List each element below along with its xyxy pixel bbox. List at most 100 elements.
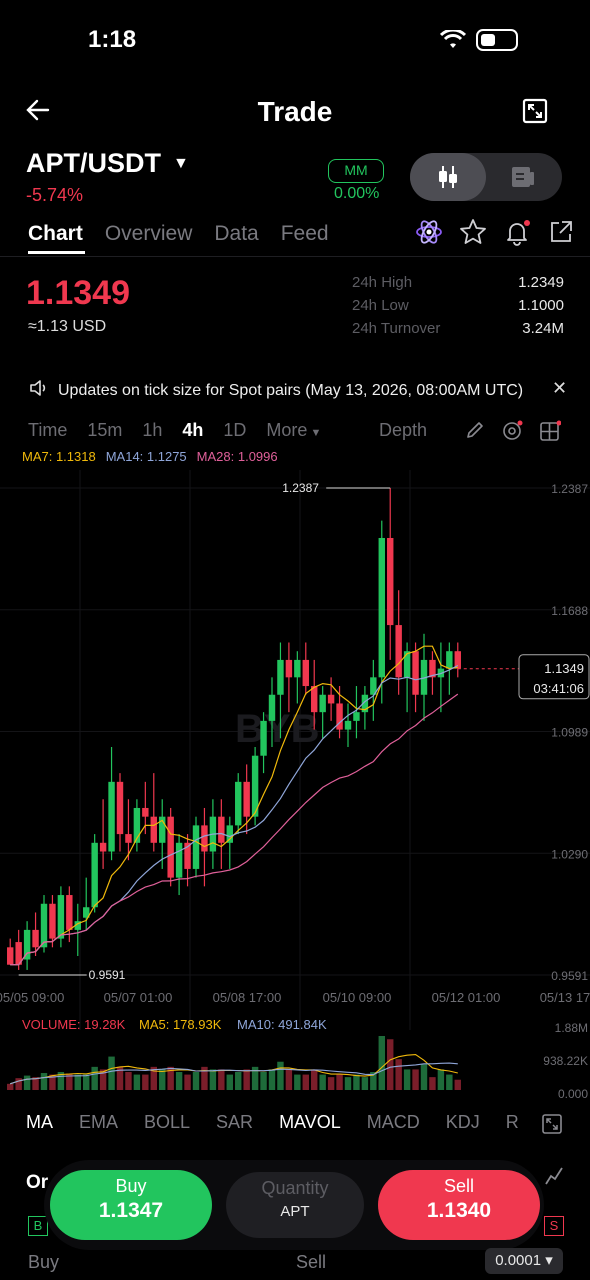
orders-tab[interactable]: Or	[26, 1172, 48, 1194]
battery-icon	[476, 29, 518, 51]
candle-body	[260, 720, 267, 756]
price-chart[interactable]: BYB 1.2387 1.1688 1.0989 1.0290 0.9591 1.2387 0…	[0, 470, 590, 1100]
bell-icon[interactable]	[503, 218, 531, 251]
volume-axis-label: 1.88M	[555, 1021, 588, 1035]
pair-symbol: APT/USDT	[26, 148, 161, 178]
candle-body	[49, 903, 56, 939]
countdown-label: 03:41:06	[533, 681, 584, 696]
volume-bar	[260, 1072, 267, 1090]
orderbook-sell-header: Sell	[296, 1252, 327, 1272]
volume-bar	[142, 1074, 149, 1090]
notice-text: Updates on tick size for Spot pairs (May…	[58, 381, 524, 399]
candlestick-icon	[439, 166, 457, 188]
tab-feed[interactable]: Feed	[281, 222, 329, 246]
current-price-label: 1.1349	[544, 661, 584, 676]
indicator-settings-icon[interactable]	[501, 420, 523, 447]
buy-marker: B	[28, 1216, 48, 1236]
tick-size-select[interactable]: 0.0001 ▾	[485, 1248, 563, 1274]
time-axis-label: 05/12 01:00	[432, 990, 501, 1005]
atom-icon[interactable]	[415, 218, 443, 251]
pencil-icon[interactable]	[465, 420, 485, 447]
volume-bar	[336, 1074, 343, 1090]
candle-body	[116, 781, 124, 835]
grid-layout-icon[interactable]	[539, 420, 562, 447]
tab-chart[interactable]: Chart	[28, 222, 83, 246]
time-axis-label: 05/07 01:00	[104, 990, 173, 1005]
volume-bar	[133, 1074, 141, 1090]
ma14-label: MA14: 1.1275	[105, 449, 187, 464]
volume-bar	[403, 1069, 411, 1090]
fullscreen-icon[interactable]	[522, 98, 548, 129]
candlestick-view-button[interactable]	[410, 153, 486, 201]
pair-selector[interactable]: APT/USDT ▼	[26, 148, 189, 179]
notice-banner[interactable]: Updates on tick size for Spot pairs (May…	[28, 378, 523, 403]
candle-body	[387, 537, 394, 626]
candle-body	[23, 929, 31, 960]
watermark: BYB	[235, 707, 319, 751]
candle-body	[302, 659, 309, 687]
mm-badge[interactable]: MM	[328, 159, 384, 183]
indicator-more[interactable]: R	[506, 1112, 519, 1133]
volume-bar	[226, 1074, 233, 1090]
volume-axis-label: 0.000	[558, 1087, 588, 1100]
indicator-macd[interactable]: MACD	[367, 1112, 420, 1133]
orderbook-view-icon[interactable]	[510, 165, 536, 194]
ma7-label: MA7: 1.1318	[22, 449, 96, 464]
volume-bar	[243, 1069, 250, 1090]
star-icon[interactable]	[459, 218, 487, 251]
mm-value: 0.00%	[334, 185, 380, 202]
indicator-expand-icon[interactable]	[541, 1113, 563, 1140]
candle-body	[91, 842, 98, 908]
candle-body	[108, 781, 115, 852]
stat-label: 24h High	[352, 274, 413, 291]
share-icon[interactable]	[547, 218, 575, 251]
indicator-kdj[interactable]: KDJ	[446, 1112, 480, 1133]
candle-body	[175, 842, 183, 878]
interval-bar: Time 15m 1h 4h 1D More ▼	[28, 420, 321, 441]
interval-15m[interactable]: 15m	[87, 420, 122, 441]
interval-more[interactable]: More ▼	[266, 420, 321, 441]
tab-overview[interactable]: Overview	[105, 222, 193, 246]
indicator-ma[interactable]: MA	[26, 1112, 53, 1133]
chart-tools	[465, 420, 562, 447]
candle-body	[32, 929, 39, 948]
candle-body	[446, 651, 453, 669]
volume-bar	[277, 1061, 284, 1090]
time-axis-label: 05/13 17	[540, 990, 590, 1005]
candle-body	[353, 712, 360, 721]
time-axis-label: 05/10 09:00	[323, 990, 392, 1005]
interval-4h[interactable]: 4h	[182, 420, 203, 441]
interval-1d[interactable]: 1D	[223, 420, 246, 441]
close-icon[interactable]: ✕	[552, 378, 567, 399]
candle-body	[277, 659, 284, 695]
volume-bar	[319, 1074, 326, 1090]
quantity-button[interactable]: Quantity APT	[226, 1172, 364, 1238]
volume-legend: VOLUME: 19.28K	[22, 1017, 126, 1032]
ma-legend: MA7: 1.1318 MA14: 1.1275 MA28: 1.0996	[22, 449, 278, 464]
volume-ma10-legend: MA10: 491.84K	[237, 1017, 327, 1032]
interval-time[interactable]: Time	[28, 420, 67, 441]
tab-tools	[415, 218, 575, 251]
indicator-ema[interactable]: EMA	[79, 1112, 118, 1133]
volume-bar	[40, 1073, 48, 1090]
sell-button[interactable]: Sell 1.1340	[378, 1170, 540, 1240]
indicator-boll[interactable]: BOLL	[144, 1112, 190, 1133]
sell-label: Sell	[443, 1176, 474, 1196]
candle-body	[167, 816, 174, 878]
usd-price: ≈1.13 USD	[28, 318, 107, 335]
candle-body	[57, 895, 65, 939]
indicator-sar[interactable]: SAR	[216, 1112, 253, 1133]
chart-toggle-icon[interactable]	[544, 1164, 564, 1191]
stat-value: 1.1000	[518, 297, 564, 314]
volume-bar	[91, 1066, 98, 1090]
indicator-mavol[interactable]: MAVOL	[279, 1112, 341, 1133]
volume-bar	[294, 1074, 301, 1090]
tab-data[interactable]: Data	[214, 222, 258, 246]
depth-button[interactable]: Depth	[379, 420, 427, 441]
volume-bar	[387, 1039, 394, 1090]
buy-button[interactable]: Buy 1.1347	[50, 1170, 212, 1240]
low-marker-label: 0.9591	[89, 968, 126, 982]
volume-bar	[378, 1036, 385, 1090]
interval-1h[interactable]: 1h	[142, 420, 162, 441]
candle-body	[99, 842, 107, 852]
